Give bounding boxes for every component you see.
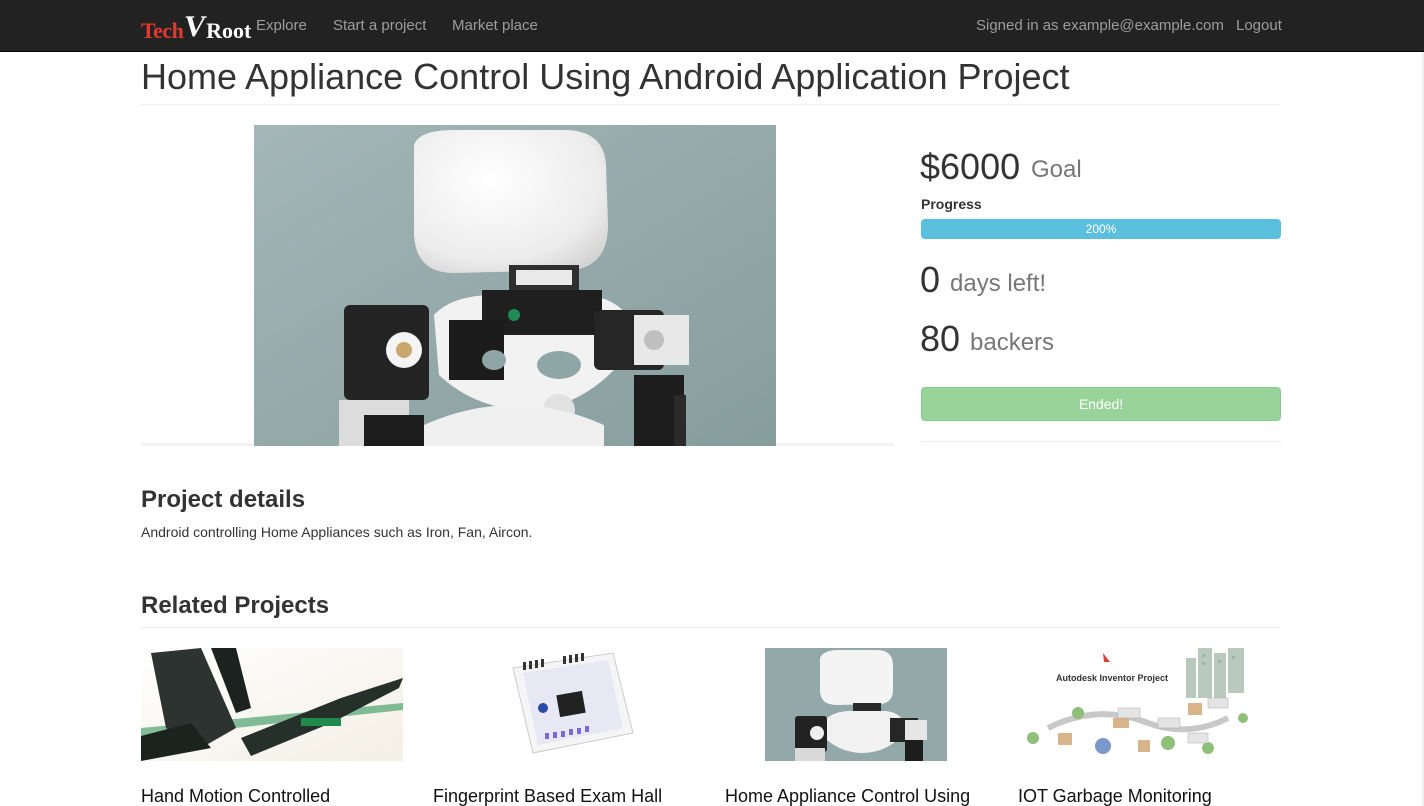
related-project-title[interactable]: Home Appliance Control Using bbox=[725, 786, 970, 806]
progress-bar-track: 200% bbox=[921, 219, 1281, 239]
progress-bar-fill: 200% bbox=[921, 219, 1281, 239]
brand-logo[interactable]: Tech V Root bbox=[141, 10, 252, 43]
ended-status-button[interactable]: Ended! bbox=[921, 387, 1281, 421]
related-project-thumb[interactable] bbox=[141, 648, 403, 761]
brand-part-root: Root bbox=[206, 18, 252, 43]
top-navbar: Tech V Root Explore Start a project Mark… bbox=[0, 0, 1424, 52]
goal-label: Goal bbox=[1031, 156, 1082, 183]
days-left-label: days left! bbox=[950, 270, 1047, 297]
related-project-thumb[interactable]: Autodesk Inventor Project bbox=[1018, 648, 1250, 761]
related-project-title[interactable]: Hand Motion Controlled bbox=[141, 786, 330, 806]
stats-divider bbox=[921, 441, 1281, 442]
brand-part-v: V bbox=[182, 10, 209, 43]
title-divider bbox=[141, 104, 1281, 105]
brand-part-tech: Tech bbox=[141, 18, 184, 43]
logout-link[interactable]: Logout bbox=[1236, 17, 1282, 34]
nav-market-place-link[interactable]: Market place bbox=[452, 17, 538, 34]
progress-label: Progress bbox=[921, 196, 982, 212]
goal-amount: $6000 bbox=[920, 146, 1021, 187]
nav-start-project-link[interactable]: Start a project bbox=[333, 17, 426, 34]
nav-explore-link[interactable]: Explore bbox=[256, 17, 307, 34]
related-project-thumb[interactable] bbox=[433, 648, 695, 761]
backers-number: 80 bbox=[920, 318, 961, 359]
project-image bbox=[254, 125, 776, 446]
related-project-title[interactable]: Fingerprint Based Exam Hall bbox=[433, 786, 662, 806]
related-project-title[interactable]: IOT Garbage Monitoring bbox=[1018, 786, 1212, 806]
related-project-thumb[interactable] bbox=[765, 648, 947, 761]
related-divider bbox=[141, 627, 1281, 628]
page-title: Home Appliance Control Using Android App… bbox=[141, 56, 1070, 97]
project-hero bbox=[141, 125, 894, 446]
autodesk-project-label: Autodesk Inventor Project bbox=[1056, 673, 1168, 683]
related-projects-heading: Related Projects bbox=[141, 592, 330, 619]
backers-label: backers bbox=[970, 329, 1055, 356]
project-details-heading: Project details bbox=[141, 486, 306, 513]
signed-in-status: Signed in as example@example.com bbox=[976, 17, 1224, 34]
days-left-number: 0 bbox=[920, 259, 941, 300]
project-details-text: Android controlling Home Appliances such… bbox=[141, 524, 533, 540]
